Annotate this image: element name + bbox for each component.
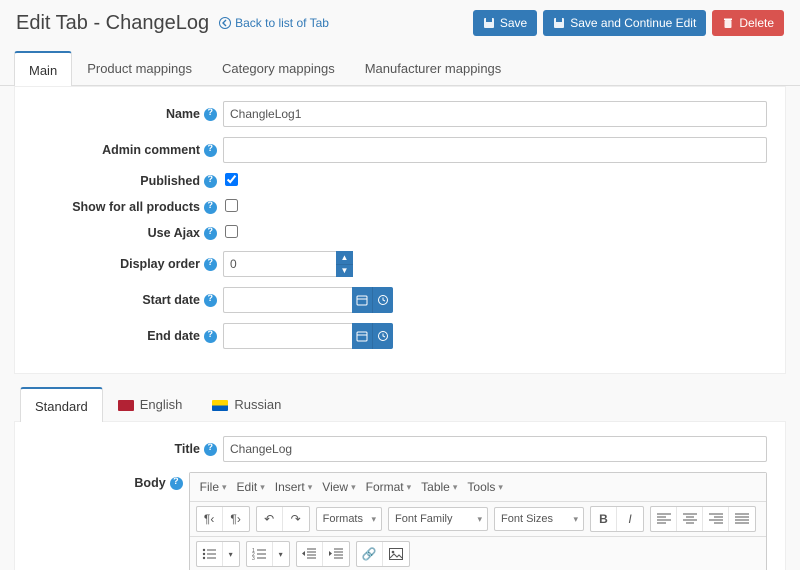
redo-icon[interactable]: ↷ (283, 507, 309, 531)
flag-ua-icon (212, 400, 228, 411)
formats-select[interactable]: Formats (316, 507, 382, 531)
back-link[interactable]: Back to list of Tab (219, 16, 329, 30)
published-label: Published (140, 174, 200, 188)
help-icon[interactable] (204, 227, 217, 240)
help-icon[interactable] (204, 258, 217, 271)
help-icon[interactable] (204, 443, 217, 456)
admin-comment-label: Admin comment (102, 143, 200, 157)
back-arrow-icon (219, 17, 231, 29)
chevron-down-icon[interactable]: ▾ (273, 542, 289, 566)
editor-menu-tools[interactable]: Tools (463, 477, 507, 497)
help-icon[interactable] (204, 330, 217, 343)
show-all-label: Show for all products (72, 200, 200, 214)
trash-icon (722, 17, 734, 29)
admin-comment-input[interactable] (223, 137, 767, 163)
start-date-label: Start date (142, 293, 200, 307)
use-ajax-checkbox[interactable] (225, 225, 238, 238)
numbered-list-icon[interactable]: 123 (247, 542, 273, 566)
save-button[interactable]: Save (473, 10, 537, 36)
calendar-icon[interactable] (352, 323, 373, 349)
help-icon[interactable] (204, 108, 217, 121)
font-sizes-select[interactable]: Font Sizes (494, 507, 584, 531)
tab-product-mappings[interactable]: Product mappings (72, 50, 207, 85)
title-label: Title (175, 442, 200, 456)
editor-menu-table[interactable]: Table (417, 477, 461, 497)
italic-icon[interactable]: I (617, 507, 643, 531)
delete-button[interactable]: Delete (712, 10, 784, 36)
clock-icon[interactable] (372, 323, 393, 349)
editor-menu-insert[interactable]: Insert (271, 477, 317, 497)
ltr-icon[interactable]: ¶‹ (197, 507, 223, 531)
clock-icon[interactable] (372, 287, 393, 313)
published-checkbox[interactable] (225, 173, 238, 186)
name-input[interactable] (223, 101, 767, 127)
tab-english[interactable]: English (103, 386, 198, 421)
calendar-icon[interactable] (352, 287, 373, 313)
editor-menu-edit[interactable]: Edit (233, 477, 269, 497)
start-date-input[interactable] (223, 287, 352, 313)
tab-category-mappings[interactable]: Category mappings (207, 50, 350, 85)
end-date-label: End date (147, 329, 200, 343)
spinner-up-button[interactable]: ▲ (336, 251, 353, 265)
save-icon (483, 17, 495, 29)
use-ajax-label: Use Ajax (148, 226, 200, 240)
bold-icon[interactable]: B (591, 507, 617, 531)
spinner-down-button[interactable]: ▼ (336, 265, 353, 278)
page-title: Edit Tab - ChangeLog (16, 12, 209, 35)
align-center-icon[interactable] (677, 507, 703, 531)
outdent-icon[interactable] (297, 542, 323, 566)
chevron-down-icon[interactable]: ▾ (223, 542, 239, 566)
save-continue-button[interactable]: Save and Continue Edit (543, 10, 706, 36)
show-all-checkbox[interactable] (225, 199, 238, 212)
end-date-input[interactable] (223, 323, 352, 349)
tab-standard[interactable]: Standard (20, 387, 103, 422)
svg-text:3: 3 (252, 556, 255, 560)
tab-main[interactable]: Main (14, 51, 72, 86)
editor-menu-file[interactable]: File (196, 477, 231, 497)
editor-menu-view[interactable]: View (318, 477, 359, 497)
body-label: Body (134, 476, 165, 490)
editor-menu-format[interactable]: Format (362, 477, 416, 497)
help-icon[interactable] (170, 477, 183, 490)
align-left-icon[interactable] (651, 507, 677, 531)
image-icon[interactable] (383, 542, 409, 566)
font-family-select[interactable]: Font Family (388, 507, 488, 531)
help-icon[interactable] (204, 144, 217, 157)
title-input[interactable] (223, 436, 767, 462)
name-label: Name (166, 107, 200, 121)
align-justify-icon[interactable] (729, 507, 755, 531)
rtl-icon[interactable]: ¶› (223, 507, 249, 531)
undo-icon[interactable]: ↶ (257, 507, 283, 531)
display-order-label: Display order (120, 257, 200, 271)
bullet-list-icon[interactable] (197, 542, 223, 566)
align-right-icon[interactable] (703, 507, 729, 531)
save-icon (553, 17, 565, 29)
help-icon[interactable] (204, 175, 217, 188)
tab-manufacturer-mappings[interactable]: Manufacturer mappings (350, 50, 517, 85)
back-link-label: Back to list of Tab (235, 16, 329, 30)
language-tab-strip: Standard English Russian (14, 386, 786, 422)
help-icon[interactable] (204, 201, 217, 214)
help-icon[interactable] (204, 294, 217, 307)
link-icon[interactable]: 🔗 (357, 542, 383, 566)
tab-russian[interactable]: Russian (197, 386, 296, 421)
rich-text-editor: File Edit Insert View Format Table Tools… (189, 472, 767, 570)
main-tab-strip: Main Product mappings Category mappings … (0, 50, 800, 86)
flag-en-icon (118, 400, 134, 411)
display-order-input[interactable] (223, 251, 336, 277)
indent-icon[interactable] (323, 542, 349, 566)
